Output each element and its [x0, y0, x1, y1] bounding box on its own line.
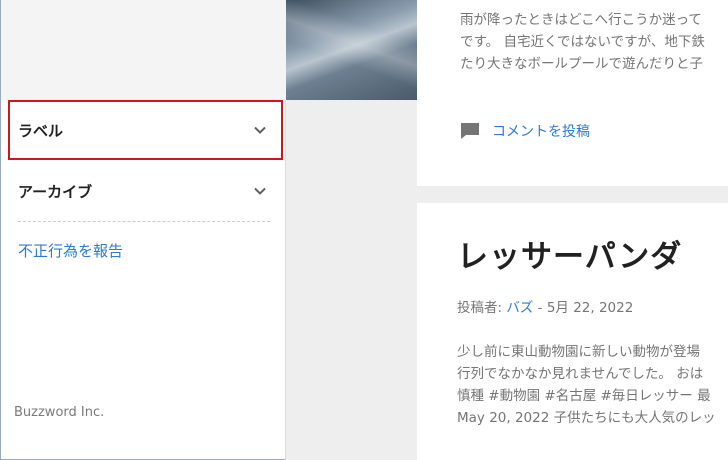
snippet-line: 慎種 #動物園 #名古屋 #毎日レッサー 最: [457, 388, 711, 404]
chevron-down-icon: [254, 126, 266, 134]
post-snippet: 雨が降ったときはどこへ行こうか迷って です。 自宅近くではないですが、地下鉄 た…: [460, 9, 728, 75]
snippet-line: たり大きなボールプールで遊んだりと子: [460, 56, 703, 72]
post-comment-link[interactable]: コメントを投稿: [459, 121, 590, 141]
byline-separator: -: [537, 300, 543, 316]
snippet-line: May 20, 2022 子供たちにも大人気のレッ: [457, 410, 716, 426]
comment-link-label: コメントを投稿: [492, 124, 590, 140]
snippet-line: 雨が降ったときはどこへ行こうか迷って: [460, 12, 702, 28]
report-abuse-link[interactable]: 不正行為を報告: [18, 240, 123, 261]
footer-brand: Buzzword Inc.: [14, 405, 105, 420]
sidebar: ラベル アーカイブ 不正行為を報告 Buzzword Inc.: [0, 0, 286, 460]
post-title[interactable]: レッサーパンダ: [457, 231, 682, 276]
author-link[interactable]: バズ: [506, 300, 533, 316]
post-snippet: 少し前に東山動物園に新しい動物が登場 行列でなかなか見れませんでした。 おは 慎…: [457, 341, 728, 429]
byline-prefix: 投稿者:: [457, 300, 503, 316]
sidebar-item-labels[interactable]: ラベル: [8, 100, 283, 160]
post-hero-image[interactable]: [286, 0, 417, 100]
snippet-line: です。 自宅近くではないですが、地下鉄: [460, 34, 705, 50]
chevron-down-icon: [254, 187, 266, 195]
post-card: 雨が降ったときはどこへ行こうか迷って です。 自宅近くではないですが、地下鉄 た…: [417, 0, 728, 186]
sidebar-top-area: [1, 0, 286, 100]
snippet-line: 少し前に東山動物園に新しい動物が登場: [457, 344, 700, 360]
sidebar-item-archive[interactable]: アーカイブ: [8, 161, 283, 221]
sidebar-item-label: アーカイブ: [18, 182, 93, 201]
post-date: 5月 22, 2022: [546, 300, 634, 316]
sidebar-item-label: ラベル: [18, 121, 64, 140]
comment-icon: [461, 123, 479, 139]
snippet-line: 行列でなかなか見れませんでした。 おは: [457, 366, 704, 382]
post-byline: 投稿者: バズ - 5月 22, 2022: [457, 296, 633, 316]
sidebar-divider: [18, 221, 270, 222]
post-card: レッサーパンダ 投稿者: バズ - 5月 22, 2022 少し前に東山動物園に…: [417, 203, 728, 460]
